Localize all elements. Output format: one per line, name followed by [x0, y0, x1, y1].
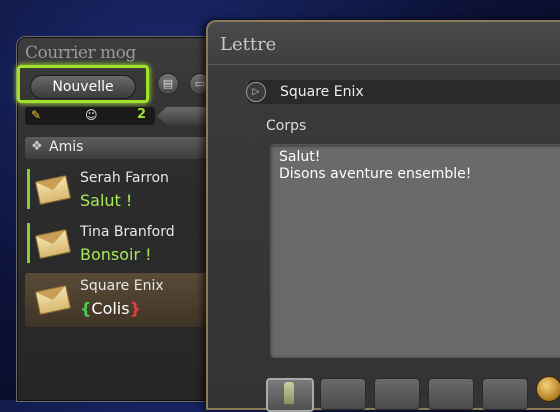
- mail-subject-text: Colis: [91, 299, 130, 318]
- mail-item-tina[interactable]: Tina Branford Bonsoir !: [25, 219, 225, 269]
- potion-icon: [284, 382, 294, 404]
- recipient-name: Square Enix: [280, 84, 364, 100]
- envelope-icon: [34, 228, 72, 260]
- mail-tab-strip[interactable]: ✎ ☺ 2: [25, 107, 155, 125]
- new-mail-highlight: Nouvelle: [17, 65, 149, 103]
- body-textarea[interactable]: Salut! Disons aventure ensemble!: [270, 144, 560, 358]
- friends-header[interactable]: ❖ Amis: [25, 137, 225, 159]
- body-text: Salut! Disons aventure ensemble!: [279, 149, 472, 182]
- mail-sender: Tina Branford: [80, 224, 175, 240]
- mog-mail-window: Courrier mog Nouvelle ▤ ▭ ✎ ☺ 2 ❖ Amis S…: [16, 36, 238, 402]
- mail-item-square-enix[interactable]: Square Enix {Colis}: [25, 273, 225, 327]
- friends-header-label: Amis: [49, 139, 84, 155]
- unread-bar: [27, 169, 30, 209]
- title-divider: [208, 64, 560, 65]
- mail-subject: {Colis}: [80, 299, 141, 318]
- envelope-icon: [34, 174, 72, 206]
- document-icon[interactable]: ▤: [157, 73, 179, 95]
- attachment-slot-1[interactable]: [266, 378, 314, 412]
- play-icon[interactable]: ▷: [246, 82, 266, 102]
- mail-subject: Bonsoir !: [80, 245, 152, 264]
- letter-window-title: Lettre: [220, 34, 277, 55]
- body-label: Corps: [266, 118, 307, 134]
- mail-sender: Square Enix: [80, 278, 164, 294]
- attachment-slot-3[interactable]: [374, 378, 420, 410]
- attachment-slot-4[interactable]: [428, 378, 474, 410]
- envelope-open-icon: [34, 284, 72, 316]
- subject-bracket-right: }: [129, 299, 141, 318]
- tab-count: 2: [137, 107, 147, 122]
- mail-subject: Salut !: [80, 191, 133, 210]
- attachment-slot-2[interactable]: [320, 378, 366, 410]
- gil-coin-icon[interactable]: [536, 376, 560, 402]
- smiley-icon: ☺: [85, 108, 98, 122]
- mail-item-serah[interactable]: Serah Farron Salut !: [25, 165, 225, 215]
- mail-window-title: Courrier mog: [25, 43, 136, 63]
- new-mail-button[interactable]: Nouvelle: [30, 75, 136, 99]
- attachment-slot-5[interactable]: [482, 378, 528, 410]
- pencil-icon: ✎: [31, 108, 42, 122]
- diamond-icon: ❖: [31, 139, 43, 154]
- mail-sender: Serah Farron: [80, 170, 169, 186]
- letter-window: Lettre ▷ Square Enix Corps Salut! Disons…: [206, 20, 560, 412]
- subject-bracket-left: {: [80, 299, 92, 318]
- unread-bar: [27, 223, 30, 263]
